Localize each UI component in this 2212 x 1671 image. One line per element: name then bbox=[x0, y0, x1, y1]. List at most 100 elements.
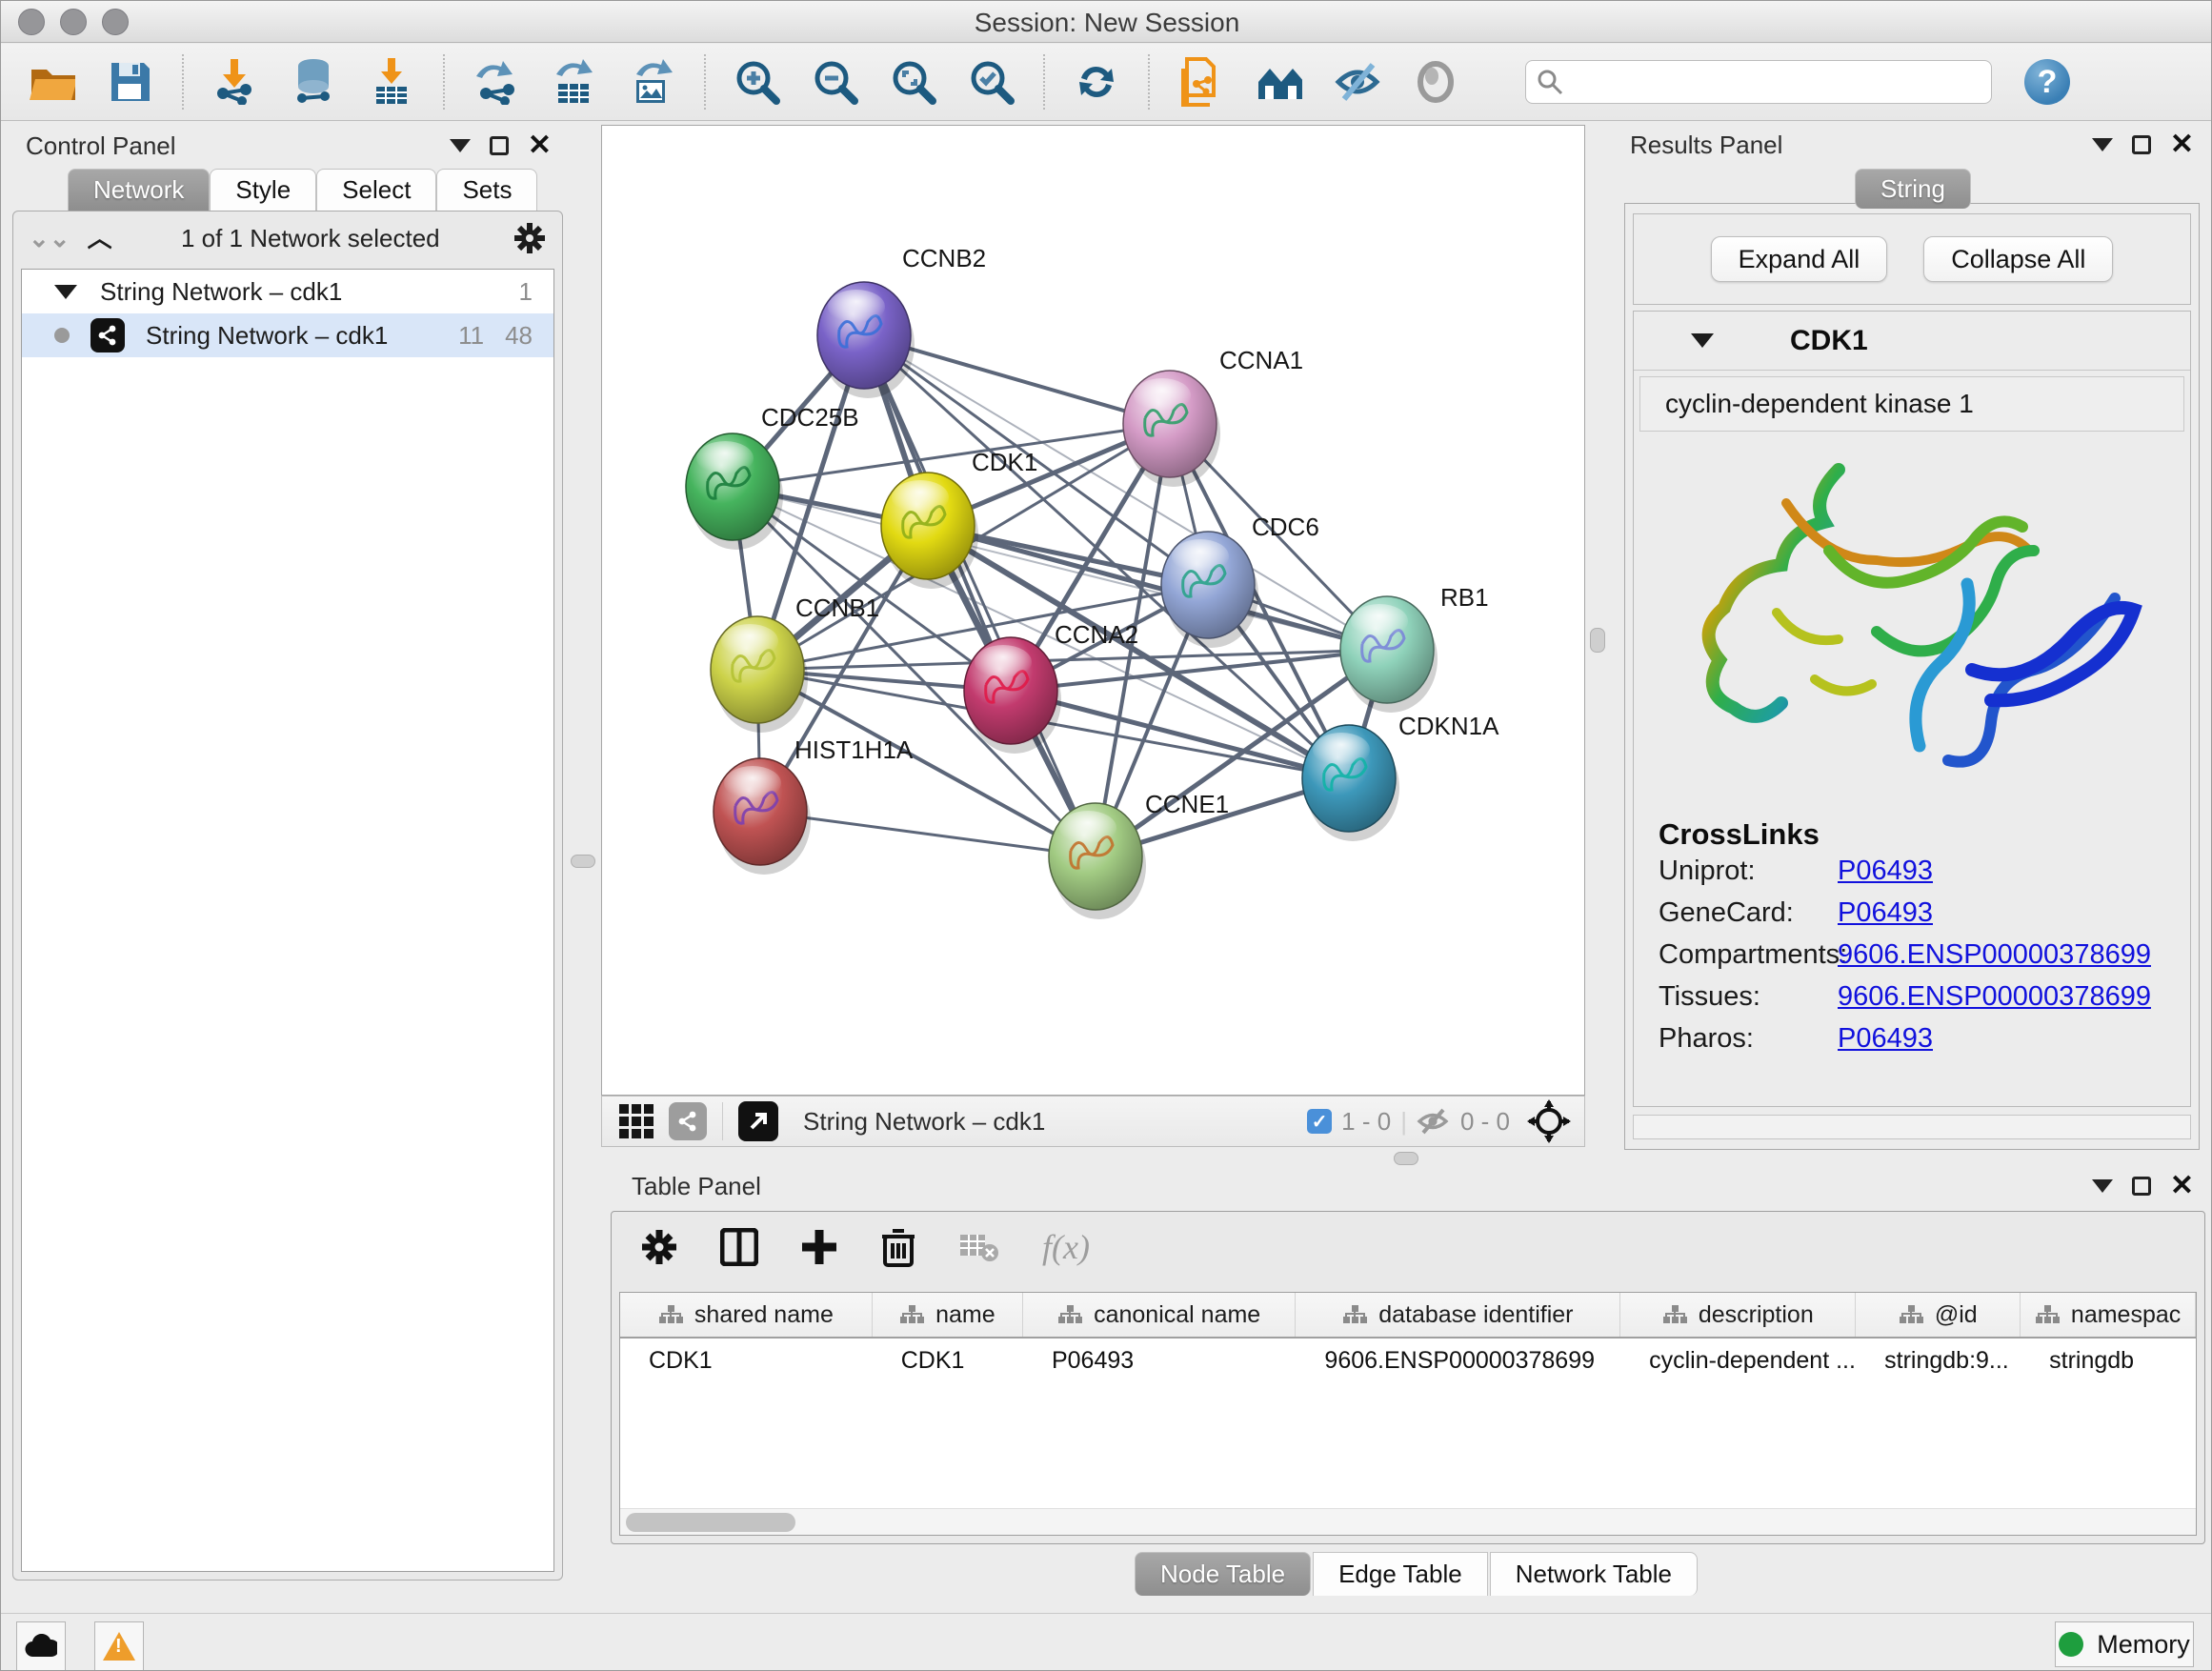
node-CCNA1[interactable]: CCNA1 bbox=[1123, 346, 1303, 487]
column-header-shared-name[interactable]: shared name bbox=[620, 1293, 873, 1337]
save-session-icon[interactable] bbox=[108, 59, 153, 105]
node-HIST1H1A[interactable]: HIST1H1A bbox=[714, 735, 914, 875]
window-title: Session: New Session bbox=[1, 8, 2212, 38]
selected-nodes-checkbox-icon[interactable]: ✓ bbox=[1307, 1109, 1332, 1134]
hide-selected-eye-icon[interactable] bbox=[1335, 59, 1380, 105]
hidden-eye-slash-icon[interactable] bbox=[1417, 1107, 1451, 1136]
edge-CCNB2-CCNE1[interactable] bbox=[864, 335, 1096, 856]
node-CCNB2[interactable]: CCNB2 bbox=[817, 244, 986, 398]
clone-network-icon[interactable] bbox=[1178, 59, 1224, 105]
node-CCNE1[interactable]: CCNE1 bbox=[1049, 790, 1229, 919]
tab-network-table[interactable]: Network Table bbox=[1490, 1552, 1698, 1596]
float-panel-icon[interactable] bbox=[2132, 1177, 2151, 1196]
results-scrollbar-track[interactable] bbox=[1633, 1115, 2191, 1139]
column-header--id[interactable]: @id bbox=[1856, 1293, 2021, 1337]
refresh-icon[interactable] bbox=[1074, 59, 1119, 105]
node-CCNB1[interactable]: CCNB1 bbox=[711, 594, 879, 733]
zoom-fit-icon[interactable] bbox=[891, 59, 936, 105]
collapse-tree-icon[interactable] bbox=[54, 285, 77, 299]
import-network-file-icon[interactable] bbox=[212, 59, 258, 105]
table-row[interactable]: CDK1CDK1P064939606.ENSP00000378699cyclin… bbox=[620, 1339, 2196, 1382]
export-image-icon[interactable] bbox=[630, 59, 675, 105]
expand-all-button[interactable]: Expand All bbox=[1711, 236, 1888, 282]
edge-CCNA1-CDC25B[interactable] bbox=[733, 424, 1170, 487]
tab-node-table[interactable]: Node Table bbox=[1135, 1552, 1311, 1596]
show-columns-icon[interactable] bbox=[720, 1228, 758, 1266]
close-panel-icon[interactable]: ✕ bbox=[528, 136, 552, 155]
close-panel-icon[interactable]: ✕ bbox=[2170, 1177, 2194, 1196]
search-field[interactable] bbox=[1525, 60, 1992, 104]
tab-network[interactable]: Network bbox=[68, 169, 210, 211]
collapse-panel-icon[interactable] bbox=[2092, 138, 2113, 151]
column-header-namespac[interactable]: namespac bbox=[2021, 1293, 2196, 1337]
network-overview-icon[interactable] bbox=[669, 1102, 707, 1140]
bottom-splitter-handle[interactable] bbox=[1394, 1152, 1418, 1165]
node-label-RB1: RB1 bbox=[1440, 583, 1489, 612]
expand-all-networks-icon[interactable]: ⌄⌄ bbox=[29, 226, 70, 251]
zoom-selected-icon[interactable] bbox=[969, 59, 1015, 105]
network-row[interactable]: String Network – cdk1 11 48 bbox=[22, 313, 553, 357]
edge-CCNA2-CDKN1A[interactable] bbox=[1011, 691, 1349, 778]
crosslinks-heading: CrossLinks bbox=[1659, 817, 2190, 852]
table-scrollbar-track[interactable] bbox=[620, 1508, 2196, 1535]
tab-sets[interactable]: Sets bbox=[436, 169, 537, 211]
column-header-name[interactable]: name bbox=[873, 1293, 1023, 1337]
string-home-icon[interactable] bbox=[1257, 59, 1302, 105]
tab-style[interactable]: Style bbox=[210, 169, 316, 211]
tab-string[interactable]: String bbox=[1855, 169, 1971, 209]
column-header-canonical-name[interactable]: canonical name bbox=[1023, 1293, 1297, 1337]
search-input[interactable] bbox=[1564, 67, 1964, 98]
table-options-gear-icon[interactable] bbox=[640, 1228, 678, 1266]
import-network-database-icon[interactable] bbox=[291, 59, 336, 105]
float-panel-icon[interactable] bbox=[490, 136, 509, 155]
memory-button[interactable]: Memory bbox=[2055, 1621, 2194, 1667]
node-CDKN1A[interactable]: CDKN1A bbox=[1302, 712, 1499, 841]
import-table-file-icon[interactable] bbox=[369, 59, 414, 105]
show-grid-icon[interactable] bbox=[619, 1104, 654, 1138]
show-graphics-details-eye-icon[interactable] bbox=[1413, 59, 1458, 105]
export-table-icon[interactable] bbox=[552, 59, 597, 105]
add-column-icon[interactable] bbox=[800, 1228, 838, 1266]
crosslink-link[interactable]: P06493 bbox=[1838, 856, 1933, 887]
column-header-description[interactable]: description bbox=[1620, 1293, 1856, 1337]
crosslink-link[interactable]: P06493 bbox=[1838, 897, 1933, 929]
column-header-database-identifier[interactable]: database identifier bbox=[1296, 1293, 1620, 1337]
collapse-protein-icon[interactable] bbox=[1691, 333, 1714, 348]
collapse-all-networks-icon[interactable]: ︿ bbox=[88, 226, 109, 251]
right-splitter-handle[interactable] bbox=[1590, 628, 1605, 653]
left-splitter-handle[interactable] bbox=[571, 855, 595, 868]
export-network-icon[interactable] bbox=[473, 59, 519, 105]
collapse-panel-icon[interactable] bbox=[2092, 1179, 2113, 1193]
warnings-button[interactable] bbox=[94, 1621, 144, 1671]
network-options-gear-icon[interactable] bbox=[513, 221, 547, 255]
crosslink-link[interactable]: P06493 bbox=[1838, 1023, 1933, 1055]
node-RB1[interactable]: RB1 bbox=[1340, 583, 1489, 713]
node-table[interactable]: shared namenamecanonical namedatabase id… bbox=[619, 1292, 2197, 1536]
tab-select[interactable]: Select bbox=[316, 169, 436, 211]
crosslink-link[interactable]: 9606.ENSP00000378699 bbox=[1838, 981, 2151, 1013]
protein-name: CDK1 bbox=[1790, 325, 1868, 357]
node-CDC25B[interactable]: CDC25B bbox=[686, 403, 859, 550]
zoom-in-icon[interactable] bbox=[734, 59, 780, 105]
collapse-panel-icon[interactable] bbox=[450, 139, 471, 152]
collapse-all-button[interactable]: Collapse All bbox=[1923, 236, 2113, 282]
string-network-graph[interactable]: CCNB2 CCNA1 CDC25B CDK1 CDC6 RB1 CCNB1 C… bbox=[602, 126, 1584, 1095]
network-name: String Network – cdk1 bbox=[146, 321, 437, 351]
table-scrollbar-thumb[interactable] bbox=[626, 1513, 795, 1532]
help-icon[interactable]: ? bbox=[2024, 59, 2070, 105]
tab-edge-table[interactable]: Edge Table bbox=[1313, 1552, 1488, 1596]
attribute-type-icon bbox=[2035, 1304, 2060, 1325]
cloud-status-button[interactable] bbox=[16, 1621, 66, 1671]
crosslink-link[interactable]: 9606.ENSP00000378699 bbox=[1838, 939, 2151, 971]
open-session-icon[interactable] bbox=[30, 59, 75, 105]
float-panel-icon[interactable] bbox=[2132, 135, 2151, 154]
zoom-out-icon[interactable] bbox=[813, 59, 858, 105]
network-collection-row[interactable]: String Network – cdk1 1 bbox=[22, 270, 553, 313]
delete-column-icon[interactable] bbox=[880, 1227, 916, 1267]
crosslinks-section: CrossLinks Uniprot: P06493 GeneCard: P06… bbox=[1634, 817, 2190, 1055]
birdseye-crosshair-icon[interactable] bbox=[1527, 1099, 1571, 1143]
network-canvas[interactable]: CCNB2 CCNA1 CDC25B CDK1 CDC6 RB1 CCNB1 C… bbox=[601, 125, 1585, 1096]
collection-count: 1 bbox=[519, 277, 533, 307]
close-panel-icon[interactable]: ✕ bbox=[2170, 135, 2194, 154]
open-in-new-window-icon[interactable] bbox=[738, 1101, 778, 1141]
